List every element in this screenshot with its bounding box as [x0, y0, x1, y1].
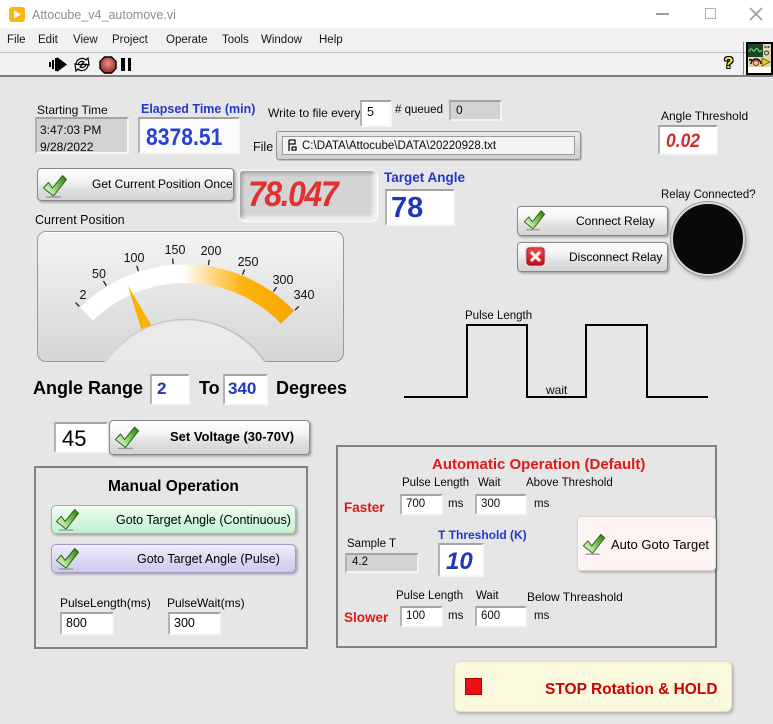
svg-text:150: 150	[165, 243, 186, 257]
svg-text:340: 340	[294, 288, 315, 302]
svg-text:50: 50	[92, 267, 106, 281]
svg-text:300: 300	[273, 273, 294, 287]
svg-text:200: 200	[201, 244, 222, 258]
svg-text:100: 100	[124, 251, 145, 265]
svg-text:250: 250	[238, 255, 259, 269]
svg-text:2: 2	[80, 288, 87, 302]
